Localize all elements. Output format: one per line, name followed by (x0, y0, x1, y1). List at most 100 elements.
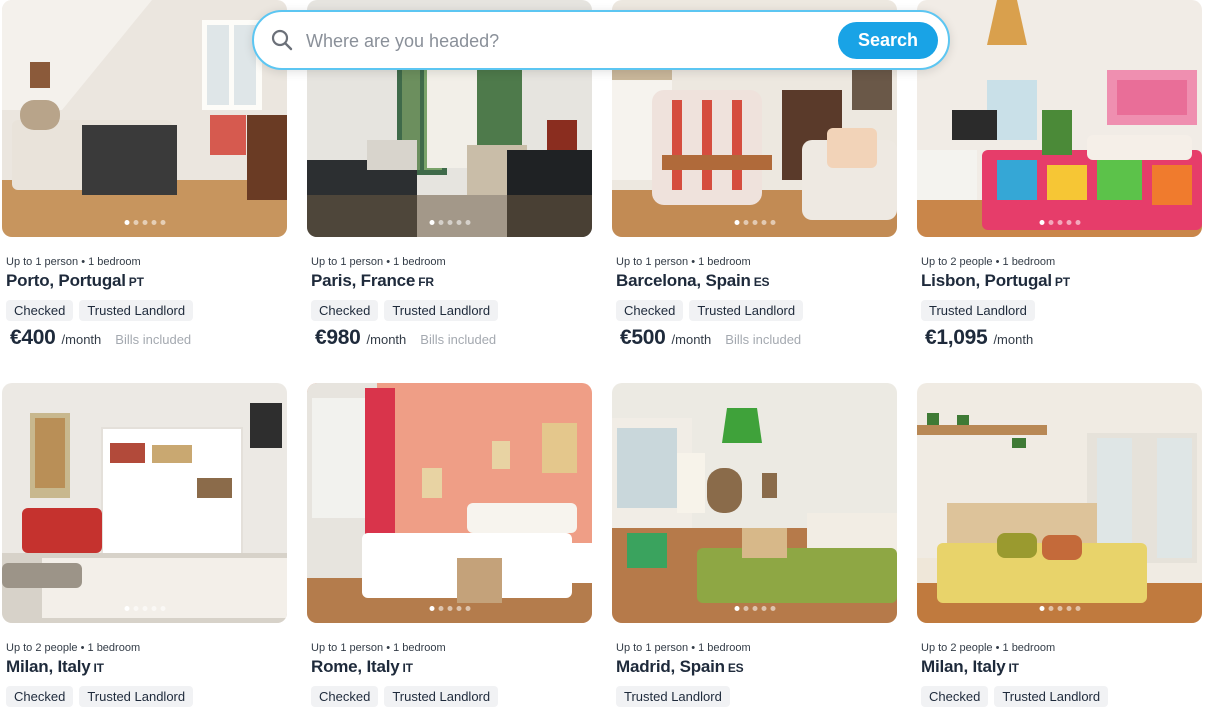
listing-card[interactable]: Up to 1 person • 1 bedroom Rome, Italy IT… (307, 383, 592, 707)
photo-carousel-dots[interactable] (1039, 606, 1080, 611)
photo-carousel-dots[interactable] (124, 606, 165, 611)
carousel-dot[interactable] (456, 220, 461, 225)
carousel-dot[interactable] (752, 220, 757, 225)
listing-city[interactable]: Rome, Italy IT (311, 657, 413, 677)
carousel-dot[interactable] (1066, 606, 1071, 611)
search-button[interactable]: Search (838, 22, 938, 59)
photo-carousel-dots[interactable] (734, 606, 775, 611)
carousel-dot[interactable] (438, 220, 443, 225)
tag-checked: Checked (6, 300, 74, 321)
listing-photo[interactable] (2, 0, 287, 237)
photo-carousel-dots[interactable] (1039, 220, 1080, 225)
carousel-dot[interactable] (1039, 606, 1044, 611)
carousel-dot[interactable] (1048, 220, 1053, 225)
carousel-dot[interactable] (1039, 220, 1044, 225)
carousel-dot[interactable] (734, 220, 739, 225)
carousel-dot[interactable] (447, 220, 452, 225)
carousel-dot[interactable] (142, 220, 147, 225)
carousel-dot[interactable] (151, 606, 156, 611)
listing-capacity: Up to 1 person • 1 bedroom (6, 256, 141, 268)
photo-carousel-dots[interactable] (429, 606, 470, 611)
carousel-dot[interactable] (1048, 606, 1053, 611)
listing-capacity: Up to 2 people • 1 bedroom (921, 642, 1056, 654)
listing-photo[interactable] (612, 383, 897, 623)
photo-carousel-dots[interactable] (734, 220, 775, 225)
carousel-dot[interactable] (133, 606, 138, 611)
carousel-dot[interactable] (160, 220, 165, 225)
listing-price-row: €980 /month Bills included (315, 326, 496, 350)
country-code: IT (1008, 661, 1019, 675)
carousel-dot[interactable] (761, 606, 766, 611)
listing-price-row: €1,095 /month (925, 326, 1033, 350)
carousel-dot[interactable] (1057, 220, 1062, 225)
tag-trusted-landlord: Trusted Landlord (689, 300, 804, 321)
listing-city-name: Madrid, Spain (616, 657, 725, 676)
carousel-dot[interactable] (1075, 606, 1080, 611)
listing-card[interactable]: Up to 2 people • 1 bedroom Milan, Italy I… (917, 383, 1202, 707)
carousel-dot[interactable] (761, 220, 766, 225)
listing-price: €500 (620, 326, 666, 349)
carousel-dot[interactable] (151, 220, 156, 225)
listing-city-name: Barcelona, Spain (616, 271, 751, 290)
carousel-dot[interactable] (743, 606, 748, 611)
carousel-dot[interactable] (124, 220, 129, 225)
listing-tags: Checked Trusted Landlord (6, 300, 194, 321)
carousel-dot[interactable] (142, 606, 147, 611)
listing-city[interactable]: Porto, Portugal PT (6, 271, 144, 291)
carousel-dot[interactable] (429, 220, 434, 225)
listing-city[interactable]: Milan, Italy IT (6, 657, 104, 677)
listing-tags: Trusted Landlord (921, 300, 1035, 321)
country-code: PT (1054, 275, 1070, 289)
carousel-dot[interactable] (133, 220, 138, 225)
carousel-dot[interactable] (752, 606, 757, 611)
photo-carousel-dots[interactable] (429, 220, 470, 225)
price-period: /month (993, 332, 1034, 347)
carousel-dot[interactable] (438, 606, 443, 611)
carousel-dot[interactable] (465, 606, 470, 611)
carousel-dot[interactable] (429, 606, 434, 611)
country-code: ES (727, 661, 744, 675)
carousel-dot[interactable] (1057, 606, 1062, 611)
listing-city-name: Rome, Italy (311, 657, 400, 676)
carousel-dot[interactable] (734, 606, 739, 611)
carousel-dot[interactable] (456, 606, 461, 611)
country-code: PT (128, 275, 144, 289)
carousel-dot[interactable] (160, 606, 165, 611)
listing-photo[interactable] (307, 383, 592, 623)
listing-price-row: €400 /month Bills included (10, 326, 191, 350)
carousel-dot[interactable] (1075, 220, 1080, 225)
search-bar: Search (252, 10, 950, 70)
carousel-dot[interactable] (124, 606, 129, 611)
listing-card[interactable]: Up to 1 person • 1 bedroom Porto, Portug… (2, 0, 287, 360)
listing-price: €400 (10, 326, 56, 349)
listing-city[interactable]: Milan, Italy IT (921, 657, 1019, 677)
listing-card[interactable]: Up to 2 people • 1 bedroom Milan, Italy I… (2, 383, 287, 707)
carousel-dot[interactable] (465, 220, 470, 225)
listing-city-name: Porto, Portugal (6, 271, 126, 290)
listing-photo[interactable] (2, 383, 287, 623)
listing-photo[interactable] (917, 0, 1202, 237)
country-code: IT (93, 661, 104, 675)
listing-city-name: Milan, Italy (6, 657, 91, 676)
carousel-dot[interactable] (743, 220, 748, 225)
listing-card[interactable]: Up to 2 people • 1 bedroom Lisbon, Portu… (917, 0, 1202, 360)
carousel-dot[interactable] (770, 220, 775, 225)
tag-checked: Checked (311, 300, 379, 321)
listing-tags: Checked Trusted Landlord (311, 300, 499, 321)
listing-city[interactable]: Paris, France FR (311, 271, 434, 291)
tag-trusted-landlord: Trusted Landlord (79, 300, 194, 321)
tag-checked: Checked (616, 300, 684, 321)
carousel-dot[interactable] (770, 606, 775, 611)
carousel-dot[interactable] (1066, 220, 1071, 225)
listing-city[interactable]: Lisbon, Portugal PT (921, 271, 1070, 291)
listing-card[interactable]: Up to 1 person • 1 bedroom Madrid, Spain… (612, 383, 897, 707)
listings-grid: Up to 1 person • 1 bedroom Porto, Portug… (0, 0, 1208, 707)
carousel-dot[interactable] (447, 606, 452, 611)
listing-city[interactable]: Madrid, Spain ES (616, 657, 744, 677)
listing-photo[interactable] (917, 383, 1202, 623)
listing-capacity: Up to 1 person • 1 bedroom (616, 256, 751, 268)
listing-city[interactable]: Barcelona, Spain ES (616, 271, 770, 291)
search-icon (270, 28, 294, 52)
photo-carousel-dots[interactable] (124, 220, 165, 225)
search-input[interactable] (304, 22, 828, 60)
